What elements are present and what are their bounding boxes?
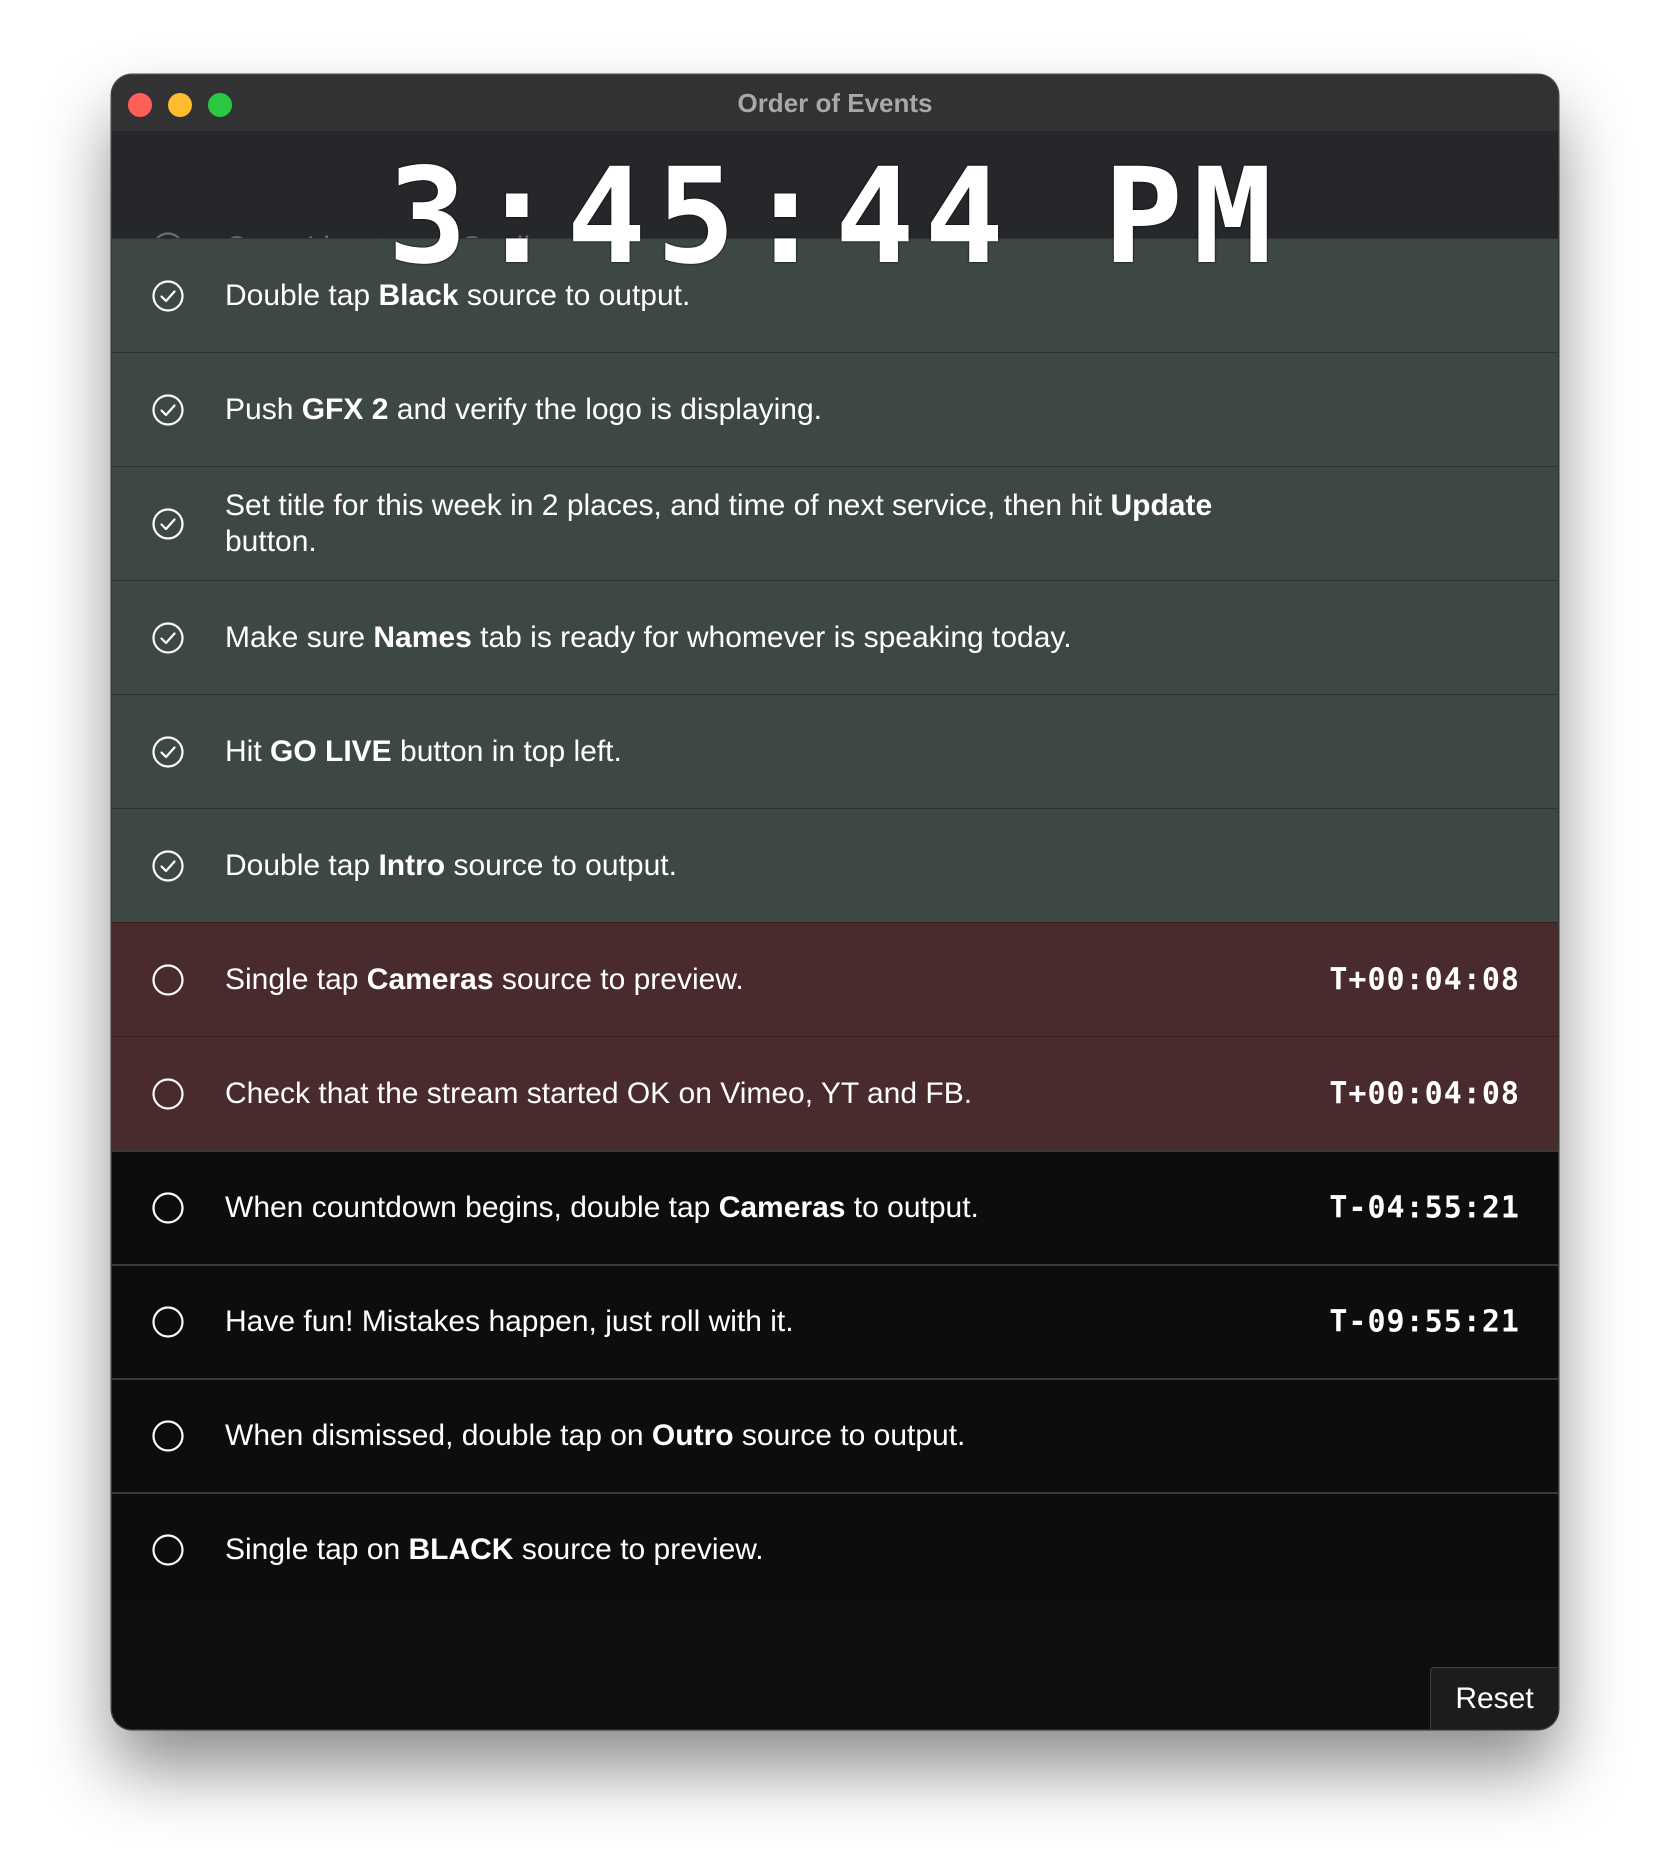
event-text-segment: source to output. xyxy=(445,848,677,882)
event-text-emphasis: Cameras xyxy=(366,962,494,996)
checkmark-circle-icon[interactable] xyxy=(152,849,184,882)
event-text: Make sure Names tab is ready for whomeve… xyxy=(225,620,1298,656)
event-timer: T-09:55:21 xyxy=(1329,1304,1520,1340)
event-text: Single tap Cameras source to preview. xyxy=(225,962,1298,998)
window-title: Order of Events xyxy=(737,88,933,118)
app-window: Order of Events Open Livestream Studio.D… xyxy=(112,75,1558,1729)
event-row[interactable]: When dismissed, double tap on Outro sour… xyxy=(112,1378,1558,1492)
event-text-segment: Have fun! Mistakes happen, just roll wit… xyxy=(225,1305,794,1338)
event-text-emphasis: Update xyxy=(1110,488,1213,522)
event-row[interactable]: When countdown begins, double tap Camera… xyxy=(112,1150,1558,1264)
event-text: When dismissed, double tap on Outro sour… xyxy=(225,1418,1298,1454)
event-text-segment: Double tap xyxy=(225,848,379,882)
event-text-segment: source to output. xyxy=(733,1419,966,1452)
reset-button[interactable]: Reset xyxy=(1430,1667,1558,1729)
event-text-segment: Hit xyxy=(225,734,270,768)
event-text-segment: source to preview. xyxy=(493,962,744,996)
event-text-segment: Single tap on xyxy=(225,1533,409,1566)
event-text-segment: Make sure xyxy=(225,620,374,654)
event-text-emphasis: Names xyxy=(373,620,472,654)
event-row[interactable]: Push GFX 2 and verify the logo is displa… xyxy=(112,352,1558,466)
event-row[interactable]: Set title for this week in 2 places, and… xyxy=(112,466,1558,580)
event-text-emphasis: GFX 2 xyxy=(301,392,389,426)
event-row[interactable]: Make sure Names tab is ready for whomeve… xyxy=(112,580,1558,694)
event-text-segment: Set title for this week in 2 places, and… xyxy=(225,488,1111,522)
event-row[interactable]: Hit GO LIVE button in top left. xyxy=(112,694,1558,808)
empty-circle-icon[interactable] xyxy=(152,1420,184,1452)
event-timer: T+00:04:08 xyxy=(1329,962,1520,997)
event-text-segment: When countdown begins, double tap xyxy=(225,1191,719,1224)
event-row[interactable]: Double tap Intro source to output. xyxy=(112,808,1558,922)
event-text: Double tap Intro source to output. xyxy=(225,848,1298,884)
event-text-segment: and verify the logo is displaying. xyxy=(388,392,823,426)
checkmark-circle-icon[interactable] xyxy=(152,735,184,768)
event-text-emphasis: Cameras xyxy=(718,1191,846,1224)
event-timer: T+00:04:08 xyxy=(1329,1076,1520,1111)
clock-display: 3:45:44 PM xyxy=(387,140,1283,294)
empty-circle-icon[interactable] xyxy=(152,1306,184,1338)
event-text-segment: When dismissed, double tap on xyxy=(225,1419,652,1452)
empty-circle-icon[interactable] xyxy=(152,1534,184,1566)
event-text-segment: tab is ready for whomever is speaking to… xyxy=(471,620,1072,654)
event-text-emphasis: Intro xyxy=(378,848,446,882)
checkmark-circle-icon[interactable] xyxy=(152,393,184,426)
empty-circle-icon[interactable] xyxy=(152,1077,184,1110)
event-text: When countdown begins, double tap Camera… xyxy=(225,1190,1298,1226)
event-text-segment: Push xyxy=(225,392,302,426)
event-list[interactable]: Open Livestream Studio.Double tap Black … xyxy=(112,131,1558,1729)
empty-circle-icon[interactable] xyxy=(152,963,184,996)
event-text: Set title for this week in 2 places, and… xyxy=(225,488,1298,560)
event-text-emphasis: Outro xyxy=(651,1419,734,1452)
event-text-segment: source to preview. xyxy=(513,1533,764,1566)
event-text-segment: to output. xyxy=(845,1191,979,1224)
event-timer: T-04:55:21 xyxy=(1329,1190,1520,1226)
event-text: Have fun! Mistakes happen, just roll wit… xyxy=(225,1304,1298,1340)
empty-circle-icon[interactable] xyxy=(152,1192,184,1224)
checkmark-circle-icon[interactable] xyxy=(152,621,184,654)
event-text-segment: Check that the stream started OK on Vime… xyxy=(225,1076,973,1110)
event-text-segment: button in top left. xyxy=(391,734,622,768)
checkmark-circle-icon[interactable] xyxy=(152,507,184,540)
title-bar[interactable]: Order of Events xyxy=(112,75,1558,132)
event-text: Single tap on BLACK source to preview. xyxy=(225,1532,1298,1568)
event-row[interactable]: Have fun! Mistakes happen, just roll wit… xyxy=(112,1264,1558,1378)
event-row[interactable]: Single tap Cameras source to preview. T+0… xyxy=(112,922,1558,1036)
event-text: Check that the stream started OK on Vime… xyxy=(225,1076,1298,1112)
event-text-emphasis: GO LIVE xyxy=(270,734,392,768)
event-text-segment: button. xyxy=(225,524,317,558)
event-row[interactable]: Check that the stream started OK on Vime… xyxy=(112,1036,1558,1150)
event-text-segment: Single tap xyxy=(225,962,367,996)
event-text-emphasis: BLACK xyxy=(408,1533,514,1566)
event-text: Push GFX 2 and verify the logo is displa… xyxy=(225,392,1298,428)
event-text: Hit GO LIVE button in top left. xyxy=(225,734,1298,770)
event-row[interactable]: Single tap on BLACK source to preview. xyxy=(112,1492,1558,1606)
